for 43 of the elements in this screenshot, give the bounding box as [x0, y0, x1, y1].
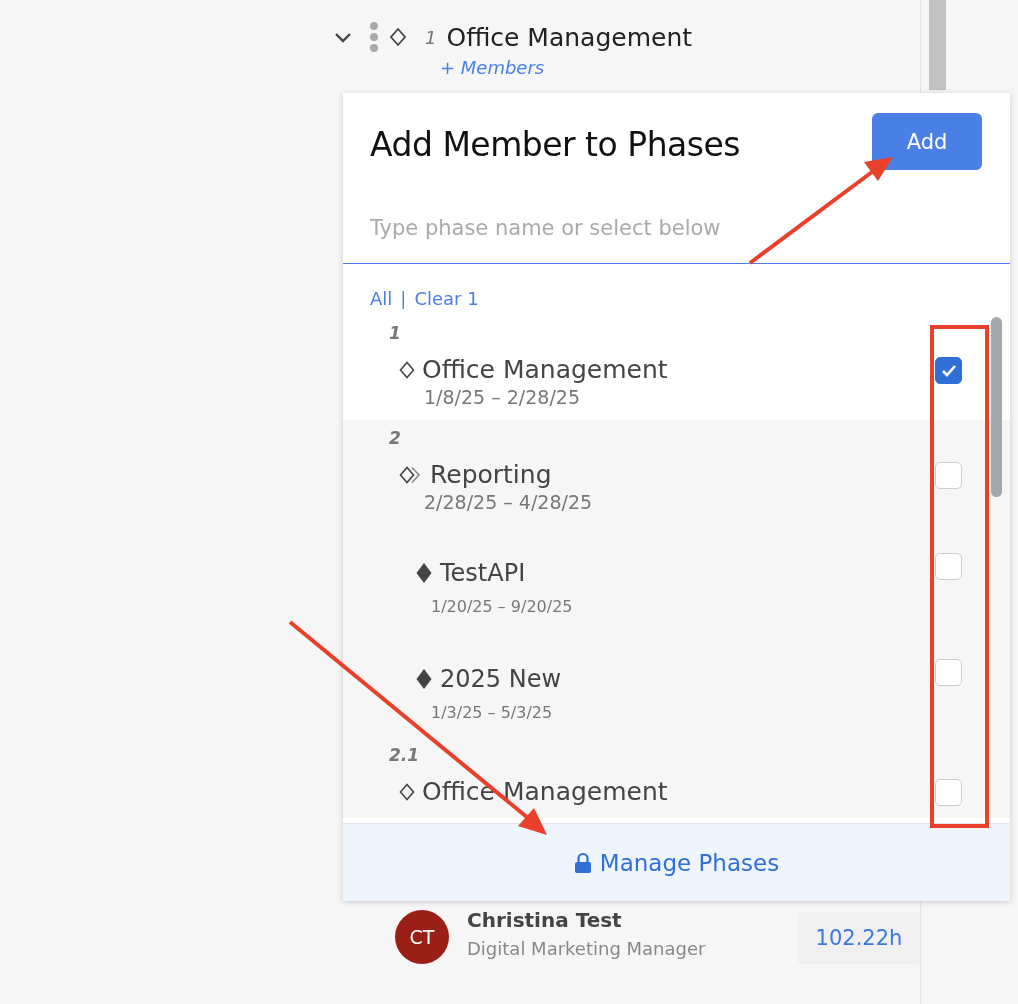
phase-row[interactable]: 2.1 Office Management — [343, 737, 1010, 818]
checkbox[interactable] — [935, 357, 962, 384]
search-field[interactable]: Type phase name or select below — [343, 204, 1010, 264]
phase-dates: 2/28/25 – 4/28/25 — [424, 491, 593, 513]
phase-name: Office Management — [422, 355, 668, 384]
diamond-icon — [415, 668, 433, 690]
member-name: Christina Test — [467, 908, 623, 932]
phase-name: Reporting — [430, 460, 552, 489]
phase-name: Office Management — [422, 777, 668, 806]
diamond-icon — [389, 27, 407, 47]
phase-dates: 1/8/25 – 2/28/25 — [424, 386, 581, 408]
phase-number: 1 — [389, 323, 402, 343]
phase-number: 1 — [425, 26, 437, 48]
diamond-icon — [415, 562, 433, 584]
lock-icon — [573, 851, 592, 874]
phase-title: Office Management — [446, 22, 693, 52]
popover-title: Add Member to Phases — [370, 125, 740, 164]
drag-handle-icon[interactable] — [369, 21, 379, 53]
checkmark-icon — [940, 364, 957, 377]
separator: | — [400, 288, 407, 309]
diamond-chevron-icon — [399, 465, 423, 484]
phase-number: 2.1 — [389, 745, 421, 765]
phase-name: 2025 New — [440, 665, 562, 693]
phase-name: TestAPI — [440, 559, 526, 587]
members-link[interactable]: + Members — [440, 56, 920, 80]
phase-number: 2 — [389, 428, 402, 448]
avatar: CT — [395, 910, 449, 964]
hours-value: 102.22h — [798, 912, 920, 964]
add-button[interactable]: Add — [872, 113, 982, 170]
phase-dates: 1/3/25 – 5/3/25 — [431, 703, 554, 722]
member-role: Digital Marketing Manager — [467, 938, 707, 959]
phase-row[interactable]: 2 Reporting 2/28/25 – 4/28/25 — [343, 420, 1010, 525]
diamond-icon — [399, 782, 415, 801]
scrollbar[interactable] — [929, 0, 946, 90]
chevron-icon[interactable] — [333, 30, 353, 44]
phase-dates: 1/20/25 – 9/20/25 — [431, 597, 573, 616]
phase-row[interactable]: TestAPI 1/20/25 – 9/20/25 — [343, 525, 1010, 631]
manage-phases-link[interactable]: Manage Phases — [599, 849, 780, 876]
scrollbar[interactable] — [991, 317, 1002, 497]
clear-link[interactable]: Clear 1 — [414, 288, 479, 309]
diamond-icon — [399, 360, 415, 379]
all-link[interactable]: All — [370, 288, 393, 309]
phase-row[interactable]: 2025 New 1/3/25 – 5/3/25 — [343, 631, 1010, 737]
